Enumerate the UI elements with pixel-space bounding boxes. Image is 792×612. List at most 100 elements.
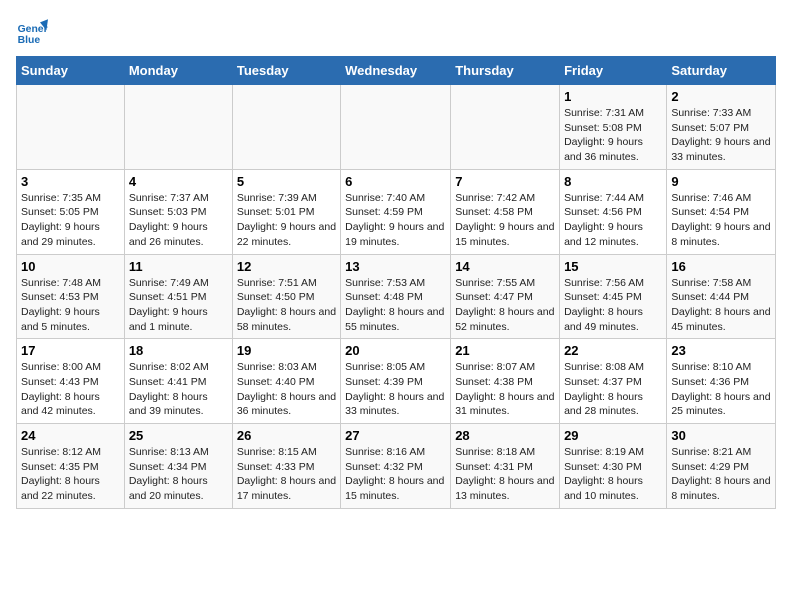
day-cell: 22 Sunrise: 8:08 AM Sunset: 4:37 PM Dayli… — [560, 339, 667, 424]
day-info: Sunrise: 7:40 AM Sunset: 4:59 PM Dayligh… — [345, 191, 446, 250]
day-number: 1 — [564, 89, 662, 104]
day-info: Sunrise: 8:21 AM Sunset: 4:29 PM Dayligh… — [671, 445, 771, 504]
day-number: 27 — [345, 428, 446, 443]
week-row-4: 17 Sunrise: 8:00 AM Sunset: 4:43 PM Dayli… — [17, 339, 776, 424]
day-number: 22 — [564, 343, 662, 358]
weekday-header-monday: Monday — [124, 57, 232, 85]
day-info: Sunrise: 7:58 AM Sunset: 4:44 PM Dayligh… — [671, 276, 771, 335]
day-number: 8 — [564, 174, 662, 189]
day-number: 12 — [237, 259, 336, 274]
day-cell: 4Sunrise: 7:37 AM Sunset: 5:03 PM Daylig… — [124, 169, 232, 254]
day-cell: 30 Sunrise: 8:21 AM Sunset: 4:29 PM Dayli… — [667, 424, 776, 509]
day-number: 21 — [455, 343, 555, 358]
day-cell: 7Sunrise: 7:42 AM Sunset: 4:58 PM Daylig… — [451, 169, 560, 254]
day-cell — [451, 85, 560, 170]
day-info: Sunrise: 8:19 AM Sunset: 4:30 PM Dayligh… — [564, 445, 662, 504]
week-row-3: 10Sunrise: 7:48 AM Sunset: 4:53 PM Dayli… — [17, 254, 776, 339]
day-info: Sunrise: 8:18 AM Sunset: 4:31 PM Dayligh… — [455, 445, 555, 504]
day-cell: 20 Sunrise: 8:05 AM Sunset: 4:39 PM Dayli… — [341, 339, 451, 424]
day-info: Sunrise: 8:13 AM Sunset: 4:34 PM Dayligh… — [129, 445, 228, 504]
day-info: Sunrise: 8:08 AM Sunset: 4:37 PM Dayligh… — [564, 360, 662, 419]
weekday-header-saturday: Saturday — [667, 57, 776, 85]
day-cell: 21 Sunrise: 8:07 AM Sunset: 4:38 PM Dayli… — [451, 339, 560, 424]
day-info: Sunrise: 7:39 AM Sunset: 5:01 PM Dayligh… — [237, 191, 336, 250]
day-cell — [124, 85, 232, 170]
day-info: Sunrise: 8:16 AM Sunset: 4:32 PM Dayligh… — [345, 445, 446, 504]
day-cell: 14 Sunrise: 7:55 AM Sunset: 4:47 PM Dayli… — [451, 254, 560, 339]
day-cell — [17, 85, 125, 170]
day-number: 30 — [671, 428, 771, 443]
day-number: 17 — [21, 343, 120, 358]
day-number: 28 — [455, 428, 555, 443]
day-number: 16 — [671, 259, 771, 274]
day-number: 9 — [671, 174, 771, 189]
day-cell: 13 Sunrise: 7:53 AM Sunset: 4:48 PM Dayli… — [341, 254, 451, 339]
day-info: Sunrise: 7:35 AM Sunset: 5:05 PM Dayligh… — [21, 191, 120, 250]
day-number: 26 — [237, 428, 336, 443]
day-number: 18 — [129, 343, 228, 358]
day-info: Sunrise: 7:31 AM Sunset: 5:08 PM Dayligh… — [564, 106, 662, 165]
day-number: 2 — [671, 89, 771, 104]
logo: General Blue — [16, 16, 52, 48]
day-number: 25 — [129, 428, 228, 443]
day-number: 20 — [345, 343, 446, 358]
day-info: Sunrise: 8:03 AM Sunset: 4:40 PM Dayligh… — [237, 360, 336, 419]
day-cell: 15Sunrise: 7:56 AM Sunset: 4:45 PM Dayli… — [560, 254, 667, 339]
day-number: 23 — [671, 343, 771, 358]
day-number: 11 — [129, 259, 228, 274]
day-number: 19 — [237, 343, 336, 358]
week-row-2: 3 Sunrise: 7:35 AM Sunset: 5:05 PM Daylig… — [17, 169, 776, 254]
day-info: Sunrise: 8:15 AM Sunset: 4:33 PM Dayligh… — [237, 445, 336, 504]
logo-icon: General Blue — [16, 16, 48, 48]
day-cell: 8 Sunrise: 7:44 AM Sunset: 4:56 PM Daylig… — [560, 169, 667, 254]
day-cell: 26 Sunrise: 8:15 AM Sunset: 4:33 PM Dayli… — [232, 424, 340, 509]
day-number: 6 — [345, 174, 446, 189]
day-cell: 16 Sunrise: 7:58 AM Sunset: 4:44 PM Dayli… — [667, 254, 776, 339]
day-cell — [232, 85, 340, 170]
day-info: Sunrise: 7:56 AM Sunset: 4:45 PM Dayligh… — [564, 276, 662, 335]
day-number: 4 — [129, 174, 228, 189]
day-cell: 12 Sunrise: 7:51 AM Sunset: 4:50 PM Dayli… — [232, 254, 340, 339]
day-number: 10 — [21, 259, 120, 274]
calendar-table: SundayMondayTuesdayWednesdayThursdayFrid… — [16, 56, 776, 509]
day-info: Sunrise: 8:07 AM Sunset: 4:38 PM Dayligh… — [455, 360, 555, 419]
week-row-1: 1 Sunrise: 7:31 AM Sunset: 5:08 PM Daylig… — [17, 85, 776, 170]
day-number: 3 — [21, 174, 120, 189]
day-info: Sunrise: 8:00 AM Sunset: 4:43 PM Dayligh… — [21, 360, 120, 419]
day-cell: 28 Sunrise: 8:18 AM Sunset: 4:31 PM Dayli… — [451, 424, 560, 509]
day-cell: 18 Sunrise: 8:02 AM Sunset: 4:41 PM Dayli… — [124, 339, 232, 424]
day-cell: 17 Sunrise: 8:00 AM Sunset: 4:43 PM Dayli… — [17, 339, 125, 424]
weekday-header-sunday: Sunday — [17, 57, 125, 85]
day-number: 5 — [237, 174, 336, 189]
day-info: Sunrise: 7:42 AM Sunset: 4:58 PM Dayligh… — [455, 191, 555, 250]
day-cell — [341, 85, 451, 170]
day-cell: 23 Sunrise: 8:10 AM Sunset: 4:36 PM Dayli… — [667, 339, 776, 424]
week-row-5: 24 Sunrise: 8:12 AM Sunset: 4:35 PM Dayli… — [17, 424, 776, 509]
header: General Blue — [16, 16, 776, 48]
day-cell: 24 Sunrise: 8:12 AM Sunset: 4:35 PM Dayli… — [17, 424, 125, 509]
day-info: Sunrise: 8:12 AM Sunset: 4:35 PM Dayligh… — [21, 445, 120, 504]
day-number: 14 — [455, 259, 555, 274]
weekday-header-wednesday: Wednesday — [341, 57, 451, 85]
day-number: 13 — [345, 259, 446, 274]
day-info: Sunrise: 7:51 AM Sunset: 4:50 PM Dayligh… — [237, 276, 336, 335]
day-info: Sunrise: 7:49 AM Sunset: 4:51 PM Dayligh… — [129, 276, 228, 335]
day-info: Sunrise: 8:02 AM Sunset: 4:41 PM Dayligh… — [129, 360, 228, 419]
day-info: Sunrise: 7:44 AM Sunset: 4:56 PM Dayligh… — [564, 191, 662, 250]
day-cell: 5 Sunrise: 7:39 AM Sunset: 5:01 PM Daylig… — [232, 169, 340, 254]
day-info: Sunrise: 7:53 AM Sunset: 4:48 PM Dayligh… — [345, 276, 446, 335]
day-cell: 3 Sunrise: 7:35 AM Sunset: 5:05 PM Daylig… — [17, 169, 125, 254]
day-cell: 19 Sunrise: 8:03 AM Sunset: 4:40 PM Dayli… — [232, 339, 340, 424]
day-number: 24 — [21, 428, 120, 443]
weekday-header-thursday: Thursday — [451, 57, 560, 85]
day-cell: 9 Sunrise: 7:46 AM Sunset: 4:54 PM Daylig… — [667, 169, 776, 254]
day-cell: 6 Sunrise: 7:40 AM Sunset: 4:59 PM Daylig… — [341, 169, 451, 254]
day-info: Sunrise: 7:33 AM Sunset: 5:07 PM Dayligh… — [671, 106, 771, 165]
day-info: Sunrise: 8:10 AM Sunset: 4:36 PM Dayligh… — [671, 360, 771, 419]
calendar-header-row: SundayMondayTuesdayWednesdayThursdayFrid… — [17, 57, 776, 85]
day-info: Sunrise: 7:55 AM Sunset: 4:47 PM Dayligh… — [455, 276, 555, 335]
day-number: 29 — [564, 428, 662, 443]
day-info: Sunrise: 7:46 AM Sunset: 4:54 PM Dayligh… — [671, 191, 771, 250]
day-cell: 27 Sunrise: 8:16 AM Sunset: 4:32 PM Dayli… — [341, 424, 451, 509]
day-info: Sunrise: 8:05 AM Sunset: 4:39 PM Dayligh… — [345, 360, 446, 419]
